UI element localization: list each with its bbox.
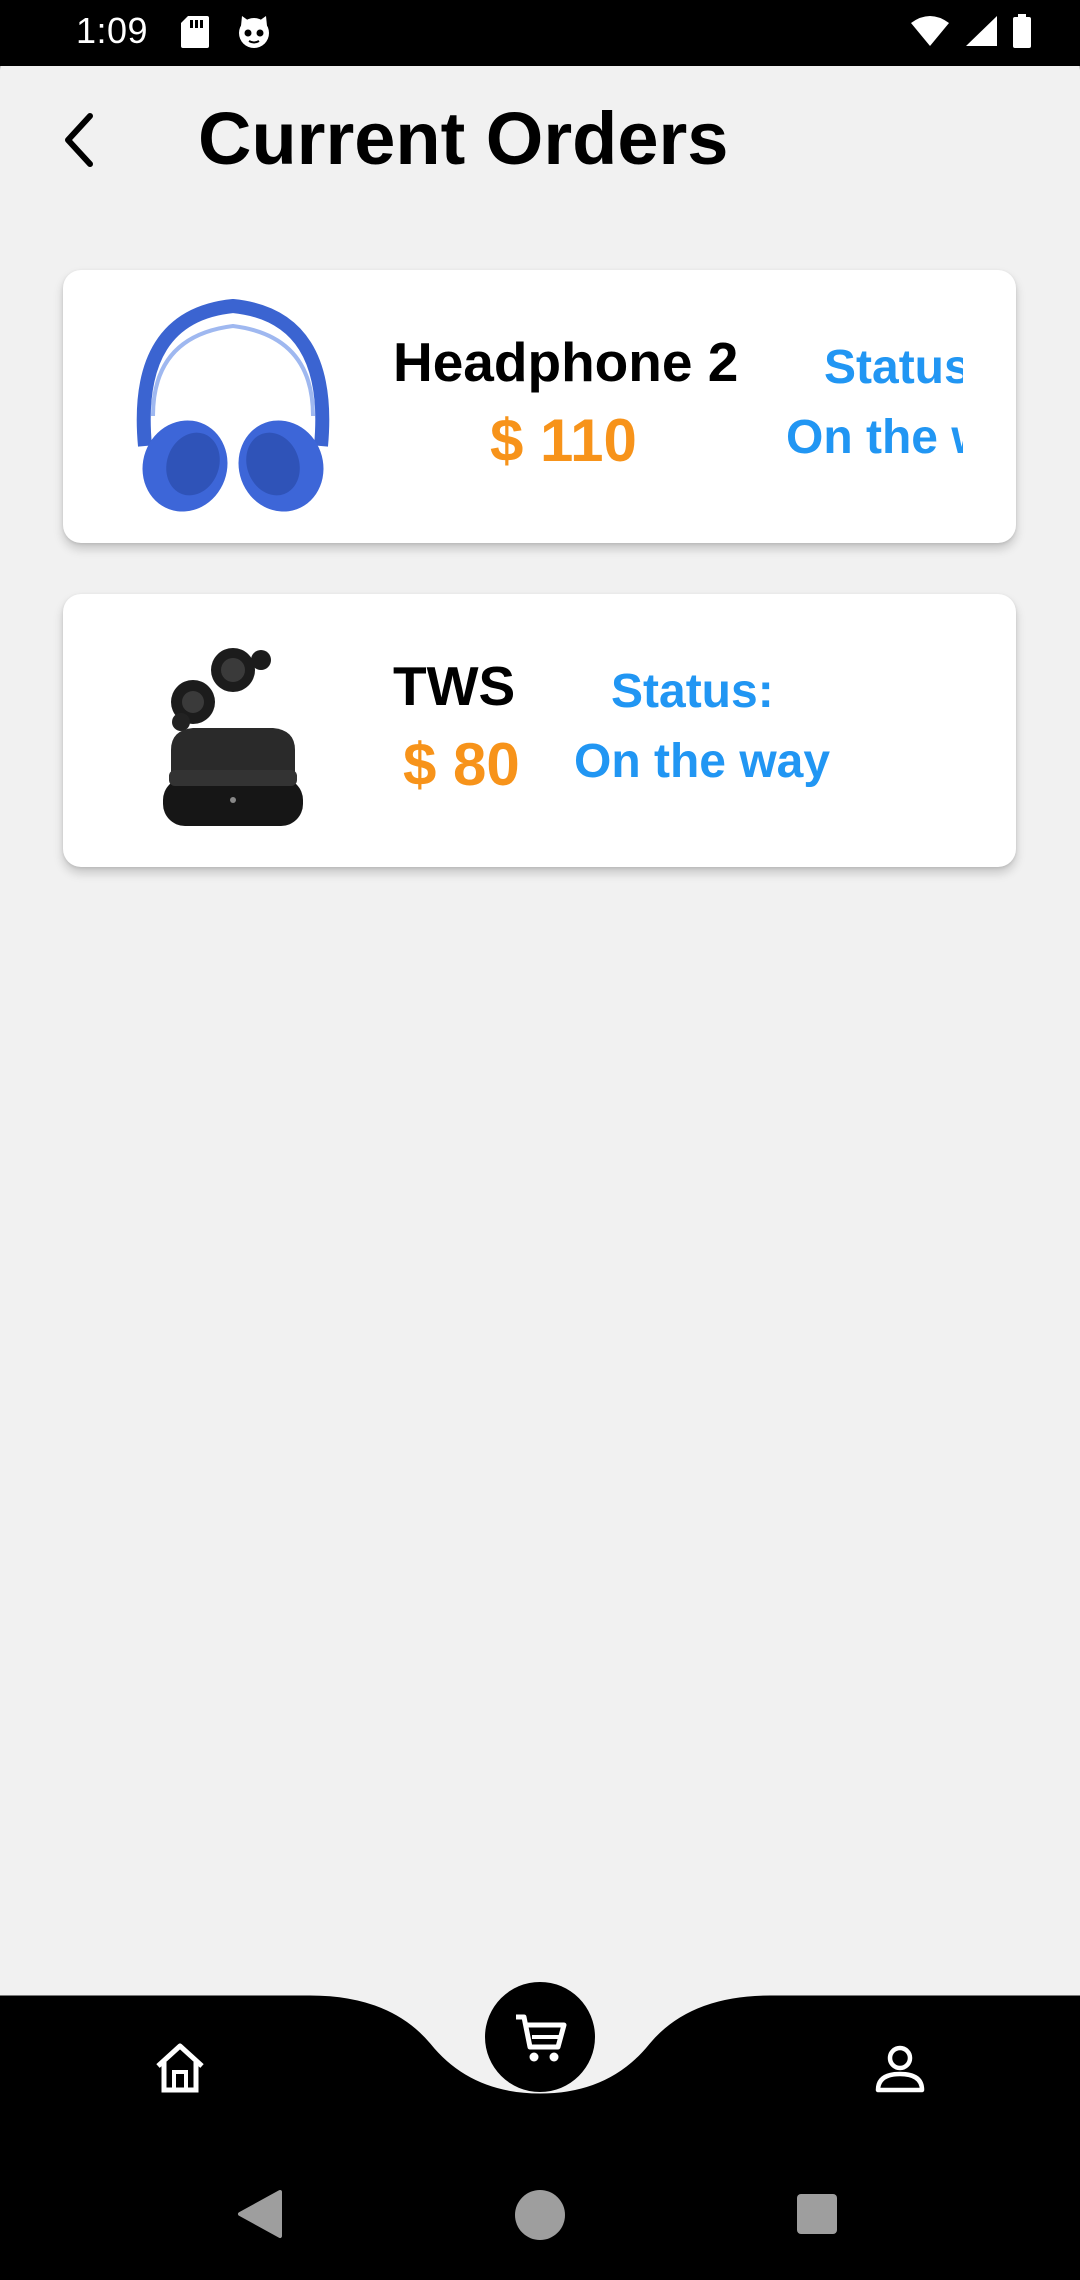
- status-value: On the way: [786, 411, 963, 464]
- product-price: $ 110: [490, 407, 637, 474]
- status-right-icons: [910, 14, 1032, 48]
- profile-icon: [875, 2045, 925, 2093]
- back-triangle[interactable]: [236, 2188, 284, 2240]
- header: Current Orders: [0, 66, 1080, 226]
- cellular-signal-icon: [966, 16, 997, 46]
- status-bar: 1:09: [0, 0, 1080, 66]
- order-card-tws[interactable]: TWS $ 80 Status: On the way: [63, 594, 1016, 867]
- profile-nav-button[interactable]: [870, 2038, 930, 2098]
- battery-icon: [1013, 14, 1031, 48]
- app-content: Current Orders Headphone 2 $ 110 Status:…: [0, 66, 1080, 1996]
- chevron-left-icon: [65, 113, 93, 167]
- phone-screen: 1:09 Current Orders Headphone 2 $ 110 St…: [0, 0, 1080, 2280]
- recents-square[interactable]: [797, 2194, 837, 2234]
- status-label: Status:: [611, 665, 774, 718]
- cat-face-icon: [239, 16, 269, 48]
- status-time: 1:09: [76, 10, 149, 51]
- home-circle[interactable]: [515, 2190, 565, 2240]
- wifi-icon: [911, 16, 949, 46]
- order-card-clip: Headphone 2 $ 110 Status: On the way: [63, 270, 963, 543]
- product-name: Headphone 2: [393, 331, 739, 393]
- system-nav-bar: [0, 2160, 1080, 2280]
- cart-icon: [516, 2014, 567, 2062]
- home-nav-button[interactable]: [150, 2038, 210, 2098]
- home-icon: [156, 2043, 204, 2093]
- cart-nav-button[interactable]: [485, 1982, 595, 2092]
- product-name: TWS: [393, 655, 516, 717]
- order-card-headphone-2[interactable]: Headphone 2 $ 110 Status: On the way: [63, 270, 1016, 543]
- back-button[interactable]: [50, 110, 110, 170]
- status-label: Status:: [824, 341, 963, 394]
- black-earbuds-image: [163, 648, 303, 826]
- status-left-icons: [180, 14, 272, 50]
- sd-card-icon: [181, 16, 209, 48]
- page-title: Current Orders: [198, 97, 729, 180]
- product-price: $ 80: [403, 731, 520, 798]
- status-value: On the way: [574, 735, 831, 788]
